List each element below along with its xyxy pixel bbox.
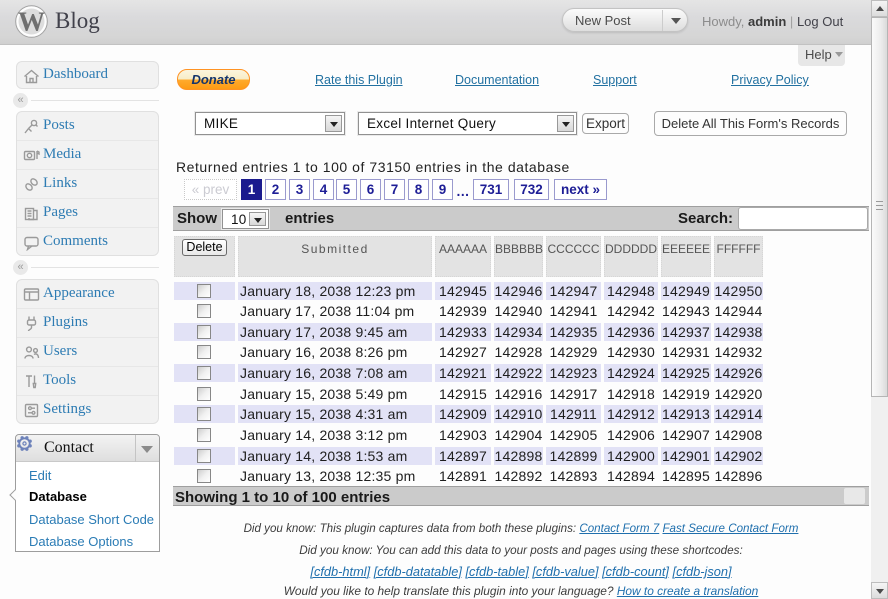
svg-text:W: W bbox=[18, 7, 45, 37]
